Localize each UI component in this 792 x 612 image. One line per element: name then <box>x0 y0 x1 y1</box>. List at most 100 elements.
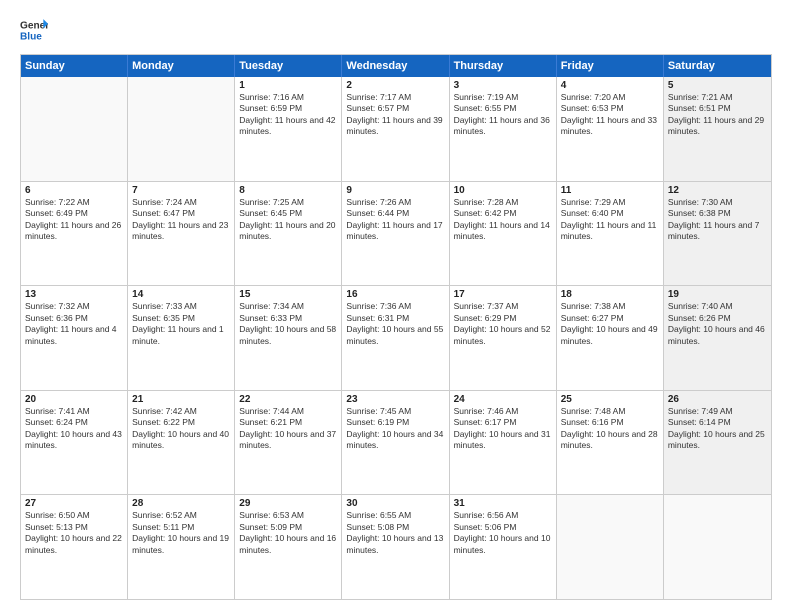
day-cell-9: 9Sunrise: 7:26 AM Sunset: 6:44 PM Daylig… <box>342 182 449 286</box>
calendar-body: 1Sunrise: 7:16 AM Sunset: 6:59 PM Daylig… <box>21 77 771 599</box>
header-day-friday: Friday <box>557 55 664 77</box>
day-number: 31 <box>454 498 552 509</box>
day-cell-12: 12Sunrise: 7:30 AM Sunset: 6:38 PM Dayli… <box>664 182 771 286</box>
day-cell-27: 27Sunrise: 6:50 AM Sunset: 5:13 PM Dayli… <box>21 495 128 599</box>
day-number: 24 <box>454 394 552 405</box>
day-number: 30 <box>346 498 444 509</box>
header-day-wednesday: Wednesday <box>342 55 449 77</box>
svg-text:Blue: Blue <box>20 31 42 42</box>
day-info: Sunrise: 7:48 AM Sunset: 6:16 PM Dayligh… <box>561 406 659 452</box>
day-cell-21: 21Sunrise: 7:42 AM Sunset: 6:22 PM Dayli… <box>128 391 235 495</box>
day-info: Sunrise: 7:25 AM Sunset: 6:45 PM Dayligh… <box>239 197 337 243</box>
day-number: 10 <box>454 185 552 196</box>
day-info: Sunrise: 7:28 AM Sunset: 6:42 PM Dayligh… <box>454 197 552 243</box>
day-number: 6 <box>25 185 123 196</box>
empty-cell-0-1 <box>128 77 235 181</box>
calendar: SundayMondayTuesdayWednesdayThursdayFrid… <box>20 54 772 600</box>
day-info: Sunrise: 6:55 AM Sunset: 5:08 PM Dayligh… <box>346 510 444 556</box>
logo-icon: General Blue <box>20 16 48 44</box>
day-info: Sunrise: 7:22 AM Sunset: 6:49 PM Dayligh… <box>25 197 123 243</box>
day-number: 3 <box>454 80 552 91</box>
day-info: Sunrise: 7:37 AM Sunset: 6:29 PM Dayligh… <box>454 301 552 347</box>
day-info: Sunrise: 6:56 AM Sunset: 5:06 PM Dayligh… <box>454 510 552 556</box>
day-cell-16: 16Sunrise: 7:36 AM Sunset: 6:31 PM Dayli… <box>342 286 449 390</box>
day-cell-30: 30Sunrise: 6:55 AM Sunset: 5:08 PM Dayli… <box>342 495 449 599</box>
day-number: 11 <box>561 185 659 196</box>
day-cell-7: 7Sunrise: 7:24 AM Sunset: 6:47 PM Daylig… <box>128 182 235 286</box>
day-number: 23 <box>346 394 444 405</box>
day-info: Sunrise: 7:26 AM Sunset: 6:44 PM Dayligh… <box>346 197 444 243</box>
day-number: 21 <box>132 394 230 405</box>
day-info: Sunrise: 7:33 AM Sunset: 6:35 PM Dayligh… <box>132 301 230 347</box>
day-cell-1: 1Sunrise: 7:16 AM Sunset: 6:59 PM Daylig… <box>235 77 342 181</box>
day-cell-3: 3Sunrise: 7:19 AM Sunset: 6:55 PM Daylig… <box>450 77 557 181</box>
day-cell-13: 13Sunrise: 7:32 AM Sunset: 6:36 PM Dayli… <box>21 286 128 390</box>
day-info: Sunrise: 7:41 AM Sunset: 6:24 PM Dayligh… <box>25 406 123 452</box>
day-info: Sunrise: 7:21 AM Sunset: 6:51 PM Dayligh… <box>668 92 767 138</box>
day-info: Sunrise: 6:52 AM Sunset: 5:11 PM Dayligh… <box>132 510 230 556</box>
day-cell-25: 25Sunrise: 7:48 AM Sunset: 6:16 PM Dayli… <box>557 391 664 495</box>
header-day-saturday: Saturday <box>664 55 771 77</box>
day-cell-20: 20Sunrise: 7:41 AM Sunset: 6:24 PM Dayli… <box>21 391 128 495</box>
day-info: Sunrise: 7:24 AM Sunset: 6:47 PM Dayligh… <box>132 197 230 243</box>
day-number: 19 <box>668 289 767 300</box>
page: General Blue SundayMondayTuesdayWednesda… <box>0 0 792 612</box>
day-cell-2: 2Sunrise: 7:17 AM Sunset: 6:57 PM Daylig… <box>342 77 449 181</box>
day-cell-5: 5Sunrise: 7:21 AM Sunset: 6:51 PM Daylig… <box>664 77 771 181</box>
day-cell-26: 26Sunrise: 7:49 AM Sunset: 6:14 PM Dayli… <box>664 391 771 495</box>
header-day-sunday: Sunday <box>21 55 128 77</box>
day-info: Sunrise: 7:46 AM Sunset: 6:17 PM Dayligh… <box>454 406 552 452</box>
day-number: 16 <box>346 289 444 300</box>
day-cell-18: 18Sunrise: 7:38 AM Sunset: 6:27 PM Dayli… <box>557 286 664 390</box>
day-cell-14: 14Sunrise: 7:33 AM Sunset: 6:35 PM Dayli… <box>128 286 235 390</box>
day-number: 26 <box>668 394 767 405</box>
day-info: Sunrise: 7:30 AM Sunset: 6:38 PM Dayligh… <box>668 197 767 243</box>
day-number: 17 <box>454 289 552 300</box>
empty-cell-0-0 <box>21 77 128 181</box>
day-number: 14 <box>132 289 230 300</box>
day-info: Sunrise: 7:40 AM Sunset: 6:26 PM Dayligh… <box>668 301 767 347</box>
day-number: 9 <box>346 185 444 196</box>
day-number: 8 <box>239 185 337 196</box>
day-info: Sunrise: 6:50 AM Sunset: 5:13 PM Dayligh… <box>25 510 123 556</box>
day-number: 12 <box>668 185 767 196</box>
day-number: 7 <box>132 185 230 196</box>
day-cell-28: 28Sunrise: 6:52 AM Sunset: 5:11 PM Dayli… <box>128 495 235 599</box>
day-cell-10: 10Sunrise: 7:28 AM Sunset: 6:42 PM Dayli… <box>450 182 557 286</box>
day-cell-31: 31Sunrise: 6:56 AM Sunset: 5:06 PM Dayli… <box>450 495 557 599</box>
day-cell-6: 6Sunrise: 7:22 AM Sunset: 6:49 PM Daylig… <box>21 182 128 286</box>
empty-cell-4-6 <box>664 495 771 599</box>
day-cell-15: 15Sunrise: 7:34 AM Sunset: 6:33 PM Dayli… <box>235 286 342 390</box>
day-cell-24: 24Sunrise: 7:46 AM Sunset: 6:17 PM Dayli… <box>450 391 557 495</box>
empty-cell-4-5 <box>557 495 664 599</box>
day-cell-4: 4Sunrise: 7:20 AM Sunset: 6:53 PM Daylig… <box>557 77 664 181</box>
calendar-row-1: 6Sunrise: 7:22 AM Sunset: 6:49 PM Daylig… <box>21 182 771 287</box>
header-day-monday: Monday <box>128 55 235 77</box>
day-cell-29: 29Sunrise: 6:53 AM Sunset: 5:09 PM Dayli… <box>235 495 342 599</box>
calendar-row-4: 27Sunrise: 6:50 AM Sunset: 5:13 PM Dayli… <box>21 495 771 599</box>
header: General Blue <box>20 16 772 44</box>
day-number: 15 <box>239 289 337 300</box>
day-info: Sunrise: 7:49 AM Sunset: 6:14 PM Dayligh… <box>668 406 767 452</box>
day-cell-17: 17Sunrise: 7:37 AM Sunset: 6:29 PM Dayli… <box>450 286 557 390</box>
day-number: 27 <box>25 498 123 509</box>
day-cell-11: 11Sunrise: 7:29 AM Sunset: 6:40 PM Dayli… <box>557 182 664 286</box>
calendar-row-3: 20Sunrise: 7:41 AM Sunset: 6:24 PM Dayli… <box>21 391 771 496</box>
day-info: Sunrise: 7:19 AM Sunset: 6:55 PM Dayligh… <box>454 92 552 138</box>
header-day-thursday: Thursday <box>450 55 557 77</box>
day-info: Sunrise: 7:44 AM Sunset: 6:21 PM Dayligh… <box>239 406 337 452</box>
day-info: Sunrise: 7:20 AM Sunset: 6:53 PM Dayligh… <box>561 92 659 138</box>
day-number: 20 <box>25 394 123 405</box>
day-number: 18 <box>561 289 659 300</box>
logo: General Blue <box>20 16 48 44</box>
day-info: Sunrise: 7:45 AM Sunset: 6:19 PM Dayligh… <box>346 406 444 452</box>
day-number: 2 <box>346 80 444 91</box>
day-cell-22: 22Sunrise: 7:44 AM Sunset: 6:21 PM Dayli… <box>235 391 342 495</box>
day-number: 25 <box>561 394 659 405</box>
day-info: Sunrise: 6:53 AM Sunset: 5:09 PM Dayligh… <box>239 510 337 556</box>
day-info: Sunrise: 7:38 AM Sunset: 6:27 PM Dayligh… <box>561 301 659 347</box>
day-info: Sunrise: 7:29 AM Sunset: 6:40 PM Dayligh… <box>561 197 659 243</box>
day-info: Sunrise: 7:17 AM Sunset: 6:57 PM Dayligh… <box>346 92 444 138</box>
day-info: Sunrise: 7:16 AM Sunset: 6:59 PM Dayligh… <box>239 92 337 138</box>
day-number: 13 <box>25 289 123 300</box>
